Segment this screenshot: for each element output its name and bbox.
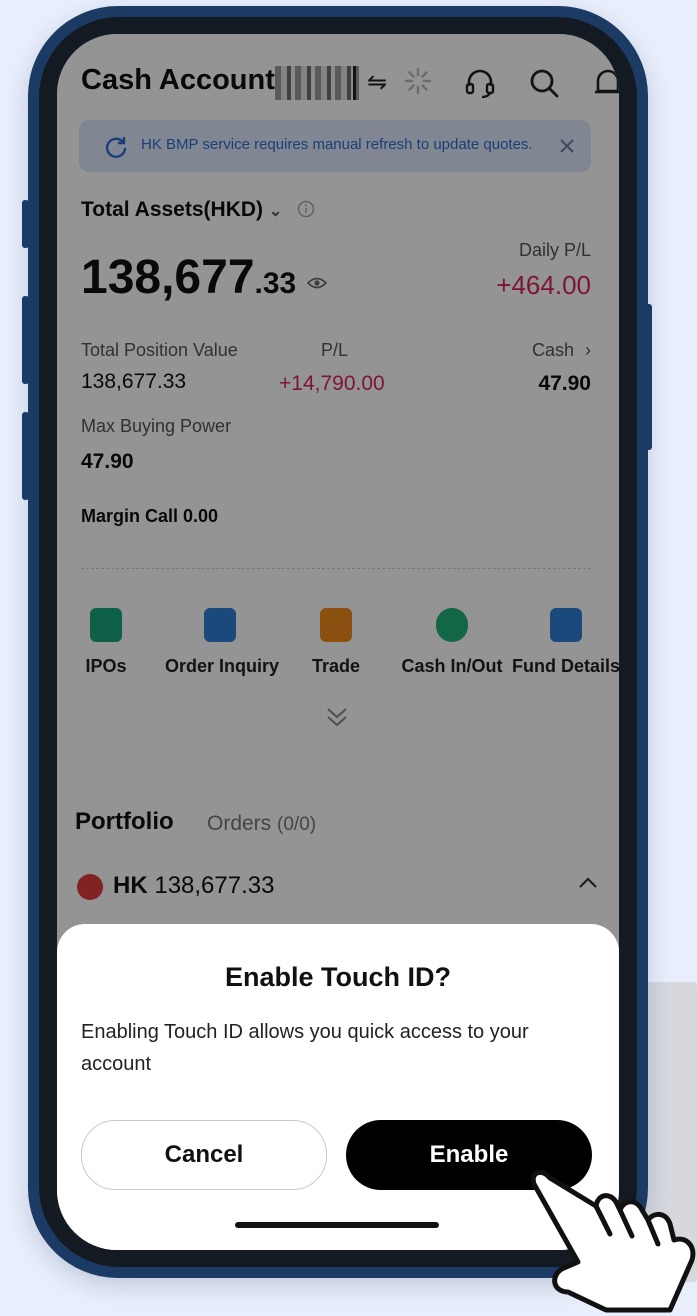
dialog-message: Enabling Touch ID allows you quick acces… [81, 1021, 529, 1075]
cancel-button[interactable]: Cancel [81, 1120, 327, 1190]
home-indicator[interactable] [235, 1222, 439, 1228]
dialog-title: Enable Touch ID? [224, 962, 451, 992]
phone-screen: Cash Account ⇋ HK BMP service requires m… [57, 34, 619, 1250]
pointing-hand-icon [530, 1169, 696, 1313]
